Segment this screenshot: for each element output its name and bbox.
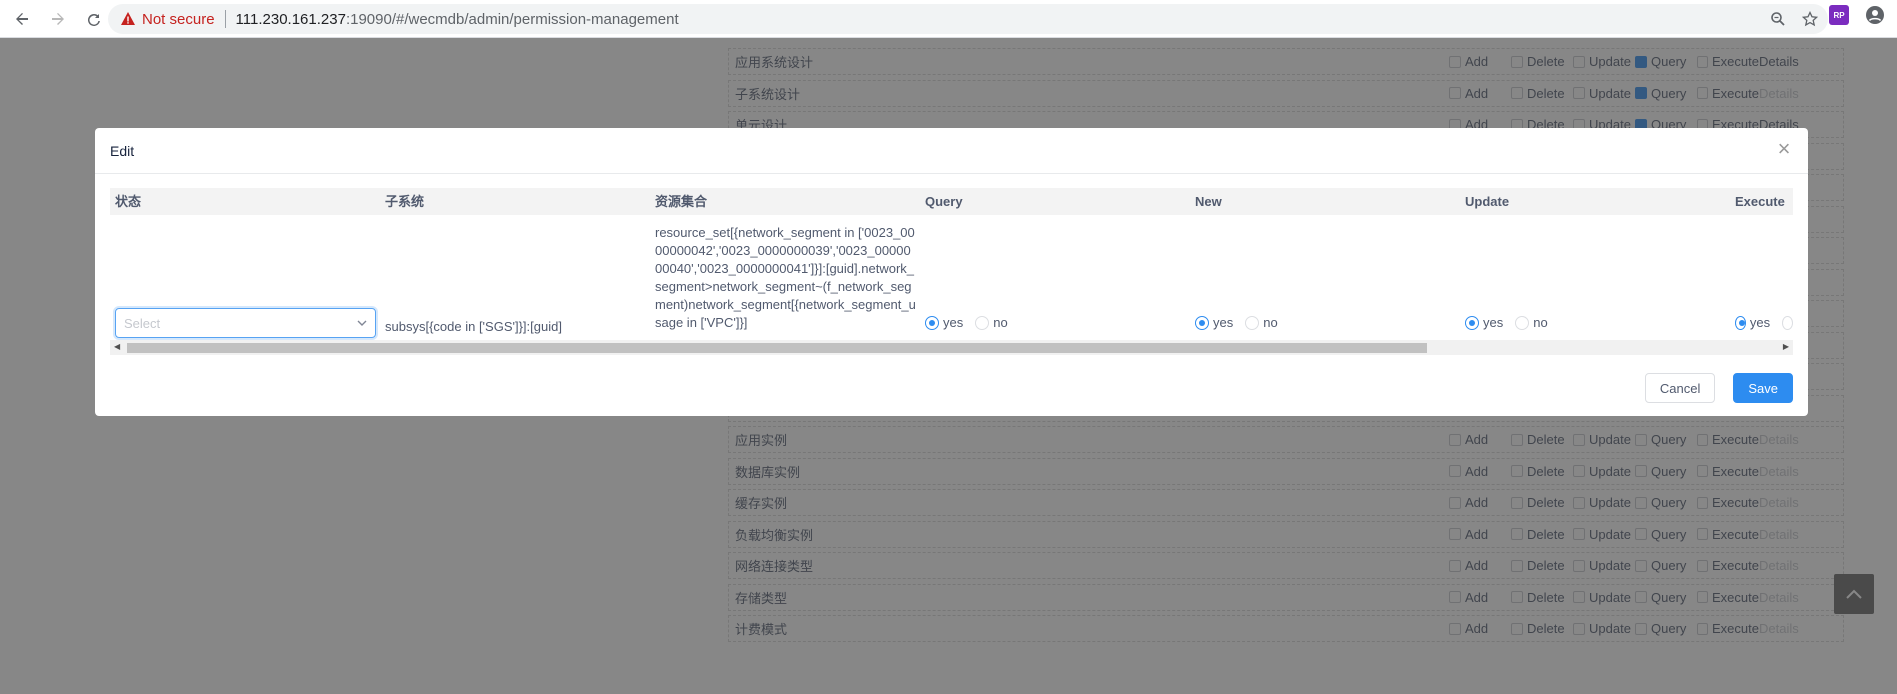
status-select-placeholder: Select <box>124 315 161 331</box>
column-header-new: New <box>1195 194 1222 209</box>
scrollbar-thumb[interactable] <box>127 343 1427 353</box>
query-no-radio[interactable] <box>975 315 990 330</box>
chevron-down-icon <box>357 320 367 326</box>
column-header-execute: Execute <box>1735 194 1785 209</box>
column-header-subsystem: 子系统 <box>385 194 425 209</box>
update-radio-group: yes no <box>1465 315 1730 330</box>
status-select[interactable]: Select <box>115 308 376 338</box>
new-yes-label[interactable]: yes <box>1213 315 1233 330</box>
url-host: 111.230.161.237 <box>235 10 346 28</box>
execute-cell: yes <box>1730 315 1793 332</box>
forward-icon[interactable] <box>44 5 72 33</box>
permission-edit-table: 状态 子系统 资源集合 Query New Update Execute Sel… <box>110 188 1793 340</box>
close-icon[interactable]: × <box>1774 138 1794 160</box>
update-yes-radio[interactable] <box>1465 315 1479 330</box>
modal-header: Edit <box>95 128 1808 174</box>
update-no-label[interactable]: no <box>1533 315 1547 330</box>
resource-set-cell: resource_set[{network_segment in ['0023_… <box>650 224 920 332</box>
address-separator <box>224 10 226 28</box>
resource-set-text: resource_set[{network_segment in ['0023_… <box>655 225 916 330</box>
not-secure-indicator[interactable]: Not secure <box>120 11 215 28</box>
save-button[interactable]: Save <box>1733 373 1793 403</box>
column-header-update: Update <box>1465 194 1510 209</box>
status-cell: Select <box>110 308 380 338</box>
new-no-radio[interactable] <box>1245 315 1260 330</box>
reload-icon[interactable] <box>80 5 108 33</box>
column-header-resource-set: 资源集合 <box>655 194 708 209</box>
warning-icon <box>121 12 135 25</box>
bookmark-star-icon[interactable] <box>1802 11 1818 27</box>
zoom-icon[interactable] <box>1770 11 1786 27</box>
back-icon[interactable] <box>8 5 36 33</box>
new-yes-radio[interactable] <box>1195 315 1209 330</box>
table-row: Select subsys[{code in ['SGS']}]:[guid] … <box>110 215 1793 340</box>
scroll-left-icon[interactable]: ◀ <box>114 342 120 351</box>
modal-footer: Cancel Save <box>1644 373 1793 403</box>
new-cell: yes no <box>1190 315 1460 332</box>
horizontal-scrollbar[interactable]: ◀ ▶ <box>110 340 1793 355</box>
execute-no-radio[interactable] <box>1782 315 1793 330</box>
column-header-query: Query <box>925 194 963 209</box>
query-yes-radio[interactable] <box>925 315 939 330</box>
scroll-right-icon[interactable]: ▶ <box>1783 342 1789 351</box>
subsystem-cell: subsys[{code in ['SGS']}]:[guid] <box>385 319 562 334</box>
execute-yes-radio[interactable] <box>1735 315 1746 330</box>
execute-radio-group: yes <box>1735 315 1793 330</box>
query-cell: yes no <box>920 315 1190 332</box>
update-yes-label[interactable]: yes <box>1483 315 1503 330</box>
modal-title: Edit <box>110 142 135 159</box>
query-yes-label[interactable]: yes <box>943 315 963 330</box>
update-no-radio[interactable] <box>1515 315 1530 330</box>
query-no-label[interactable]: no <box>993 315 1007 330</box>
security-label: Not secure <box>142 10 215 28</box>
execute-yes-label[interactable]: yes <box>1750 315 1770 330</box>
browser-toolbar: Not secure 111.230.161.237:19090/#/wecmd… <box>0 0 1897 38</box>
url-path: :19090/#/wecmdb/admin/permission-managem… <box>345 10 679 28</box>
extension-icon[interactable]: RP <box>1829 5 1849 25</box>
url-text: 111.230.161.237:19090/#/wecmdb/admin/per… <box>236 11 679 28</box>
column-header-status: 状态 <box>115 194 142 209</box>
profile-icon[interactable] <box>1865 5 1885 25</box>
table-header: 状态 子系统 资源集合 Query New Update Execute <box>110 188 1793 215</box>
edit-modal: Edit × 状态 子系统 资源集合 Query New Update Exec… <box>95 128 1808 416</box>
update-cell: yes no <box>1460 315 1730 332</box>
cancel-button[interactable]: Cancel <box>1644 373 1716 403</box>
new-no-label[interactable]: no <box>1263 315 1277 330</box>
query-radio-group: yes no <box>925 315 1190 330</box>
address-bar[interactable]: Not secure 111.230.161.237:19090/#/wecmd… <box>108 4 1828 34</box>
new-radio-group: yes no <box>1195 315 1460 330</box>
